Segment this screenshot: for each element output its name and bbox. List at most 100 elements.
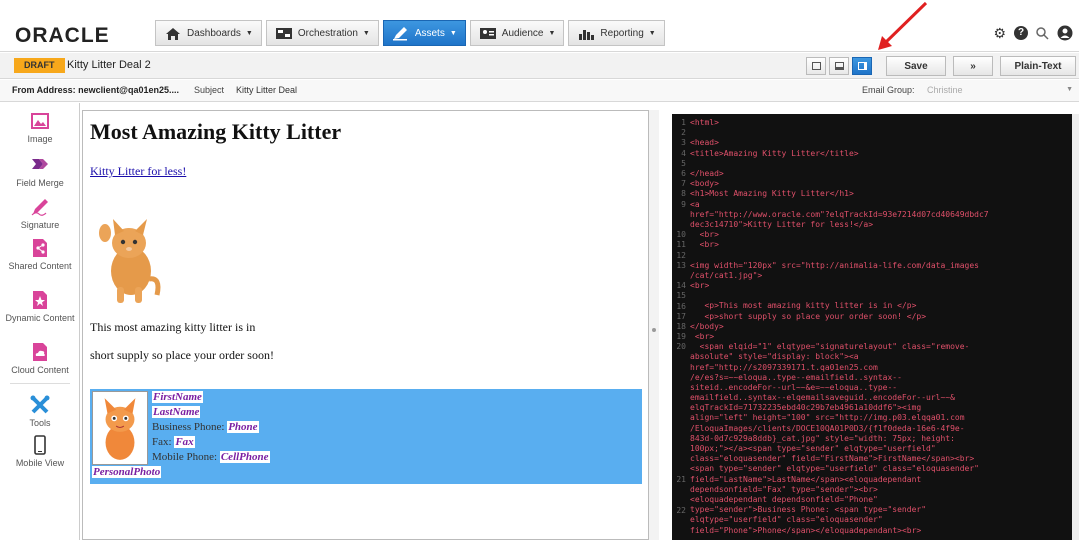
code-line[interactable]: </head> bbox=[690, 169, 1070, 179]
code-line[interactable]: /EloquaImages/clients/DOCE10QA01P0D3/{f1… bbox=[690, 424, 1070, 434]
email-group-label: Email Group: bbox=[862, 85, 915, 95]
last-name-field[interactable]: LastName bbox=[152, 406, 201, 418]
code-scrollbar[interactable] bbox=[1072, 114, 1079, 540]
code-line[interactable]: /e/es?s=~~eloqua..type--emailfield..synt… bbox=[690, 373, 1070, 383]
fax-field[interactable]: Fax bbox=[174, 436, 195, 448]
mobile-phone-label: Mobile Phone: bbox=[152, 451, 218, 463]
subject-label: Subject bbox=[194, 85, 225, 95]
html-code-editor[interactable]: 1 2 3 4 5 6 7 8 9 10 11 12 13 14 15 16 1… bbox=[672, 114, 1072, 540]
nav-dashboards[interactable]: Dashboards ▼ bbox=[155, 20, 262, 46]
code-line[interactable] bbox=[690, 250, 1070, 260]
code-line[interactable]: elqTrackId=71732235ebd40c29b7eb4961a10dd… bbox=[690, 403, 1070, 413]
code-line[interactable]: field="Phone">Phone</span></eloquadepend… bbox=[690, 526, 1070, 536]
from-address[interactable]: From Address: newclient@qa01en25.... bbox=[12, 85, 179, 95]
chevron-down-icon: ▼ bbox=[648, 29, 656, 37]
code-line[interactable]: </body> bbox=[690, 322, 1070, 332]
email-link[interactable]: Kitty Litter for less! bbox=[90, 164, 186, 179]
first-name-field[interactable]: FirstName bbox=[152, 391, 203, 403]
personal-photo-field[interactable]: PersonalPhoto bbox=[92, 466, 162, 478]
tool-tools[interactable]: Tools bbox=[0, 395, 80, 429]
nav-orchestration[interactable]: Orchestration ▼ bbox=[265, 20, 379, 46]
code-line[interactable]: dec3c14710">Kitty Litter for less!</a> bbox=[690, 220, 1070, 230]
code-line[interactable]: class="eloquasender" field="FirstName">F… bbox=[690, 454, 1070, 464]
fax-label: Fax: bbox=[152, 436, 172, 448]
email-paragraph[interactable]: short supply so place your order soon! bbox=[90, 348, 274, 363]
field-merge-icon bbox=[32, 159, 48, 169]
code-line[interactable]: href="http://www.oracle.com"?elqTrackId=… bbox=[690, 210, 1070, 220]
code-line[interactable]: <body> bbox=[690, 179, 1070, 189]
code-line[interactable]: <br> bbox=[690, 240, 1070, 250]
signature-block[interactable]: FirstName LastName Business Phone: Phone… bbox=[90, 389, 642, 484]
code-line[interactable]: <img width="120px" src="http://animalia-… bbox=[690, 261, 1070, 271]
phone-field[interactable]: Phone bbox=[227, 421, 259, 433]
code-line[interactable]: <p>short supply so place your order soon… bbox=[690, 312, 1070, 322]
code-line[interactable]: <head> bbox=[690, 138, 1070, 148]
tool-dynamic-content[interactable]: Dynamic Content bbox=[0, 290, 80, 324]
tool-label: Image bbox=[27, 134, 53, 144]
gear-icon[interactable]: ⚙ bbox=[993, 25, 1006, 42]
tool-signature[interactable]: Signature bbox=[0, 197, 80, 231]
signature-photo bbox=[92, 391, 148, 465]
code-line[interactable]: type="sender">Business Phone: <span type… bbox=[690, 505, 1070, 515]
code-line[interactable]: <br> bbox=[690, 332, 1070, 342]
pane-splitter[interactable] bbox=[649, 110, 659, 540]
code-line[interactable]: <span elqid="1" elqtype="signaturelayout… bbox=[690, 342, 1070, 352]
view-split-button[interactable] bbox=[829, 57, 849, 75]
code-line[interactable]: <p>This most amazing kitty litter is in … bbox=[690, 301, 1070, 311]
code-line[interactable]: elqtype="userfield" class="eloquasender" bbox=[690, 515, 1070, 525]
tool-shared-content[interactable]: Shared Content bbox=[0, 238, 80, 272]
tool-label: Dynamic Content bbox=[5, 313, 75, 323]
code-line[interactable]: absolute" style="display: block"><a bbox=[690, 352, 1070, 362]
code-line[interactable]: 100px;"></a><span type="sender" elqtype=… bbox=[690, 444, 1070, 454]
code-line[interactable]: href="http://s2097339171.t.qa01en25.com bbox=[690, 363, 1070, 373]
code-line[interactable]: <span type="sender" elqtype="userfield" … bbox=[690, 464, 1070, 474]
code-line[interactable]: emailfield..syntax--elqemailsaveguid..en… bbox=[690, 393, 1070, 403]
save-button[interactable]: Save bbox=[886, 56, 946, 76]
code-line[interactable] bbox=[690, 128, 1070, 138]
code-line[interactable]: align="left" height="100" src="http://im… bbox=[690, 413, 1070, 423]
user-icon[interactable] bbox=[1057, 24, 1073, 42]
more-button[interactable]: » bbox=[953, 56, 993, 76]
code-line[interactable]: <h1>Most Amazing Kitty Litter</h1> bbox=[690, 189, 1070, 199]
code-text[interactable]: <html> <head> <title>Amazing Kitty Litter… bbox=[690, 118, 1070, 536]
code-line[interactable]: <eloquadependant dependsonfield="Phone" bbox=[690, 495, 1070, 505]
code-line[interactable]: dependsonfield="Fax" type="sender"><br> bbox=[690, 485, 1070, 495]
nav-assets[interactable]: Assets ▼ bbox=[382, 20, 466, 46]
code-line[interactable]: field="LastName">LastName</span><eloquad… bbox=[690, 475, 1070, 485]
chevron-down-icon[interactable]: ▼ bbox=[1066, 86, 1073, 93]
asset-name[interactable]: Kitty Litter Deal 2 bbox=[67, 59, 151, 71]
nav-reporting[interactable]: Reporting ▼ bbox=[568, 20, 665, 46]
subject-field[interactable]: Kitty Litter Deal bbox=[236, 85, 297, 95]
nav-audience[interactable]: Audience ▼ bbox=[469, 20, 565, 46]
email-heading[interactable]: Most Amazing Kitty Litter bbox=[90, 119, 341, 145]
code-line[interactable]: <title>Amazing Kitty Litter</title> bbox=[690, 149, 1070, 159]
code-line[interactable]: /cat/cat1.jpg"> bbox=[690, 271, 1070, 281]
code-line[interactable]: <br> bbox=[690, 281, 1070, 291]
code-line[interactable]: siteid..encodeFor--url~~&e=~~eloqua..typ… bbox=[690, 383, 1070, 393]
view-toggle bbox=[806, 57, 872, 75]
code-line[interactable]: <html> bbox=[690, 118, 1070, 128]
kitten-image[interactable] bbox=[93, 209, 163, 307]
cellphone-field[interactable]: CellPhone bbox=[219, 451, 270, 463]
nav-assets-label: Assets bbox=[414, 27, 445, 39]
search-icon[interactable] bbox=[1036, 26, 1049, 40]
email-group-select[interactable]: Christine bbox=[927, 85, 963, 95]
view-code-button[interactable] bbox=[852, 57, 872, 75]
tool-label: Cloud Content bbox=[11, 365, 69, 375]
business-phone-label: Business Phone: bbox=[152, 421, 225, 433]
code-line[interactable]: 843d-0d7c929a8ddb}_cat.jpg" style="width… bbox=[690, 434, 1070, 444]
tool-image[interactable]: Image bbox=[0, 111, 80, 145]
email-design-canvas[interactable]: Most Amazing Kitty Litter Kitty Litter f… bbox=[82, 110, 649, 540]
help-icon[interactable]: ? bbox=[1014, 26, 1028, 40]
plain-text-button[interactable]: Plain-Text bbox=[1000, 56, 1076, 76]
pencil-icon bbox=[392, 26, 407, 40]
code-line[interactable]: <br> bbox=[690, 230, 1070, 240]
code-line[interactable]: <a bbox=[690, 200, 1070, 210]
code-line[interactable] bbox=[690, 291, 1070, 301]
code-line[interactable] bbox=[690, 159, 1070, 169]
email-paragraph[interactable]: This most amazing kitty litter is in bbox=[90, 320, 255, 335]
view-design-button[interactable] bbox=[806, 57, 826, 75]
tool-field-merge[interactable]: Field Merge bbox=[0, 155, 80, 189]
tool-cloud-content[interactable]: Cloud Content bbox=[0, 342, 80, 376]
tool-mobile-view[interactable]: Mobile View bbox=[0, 435, 80, 469]
